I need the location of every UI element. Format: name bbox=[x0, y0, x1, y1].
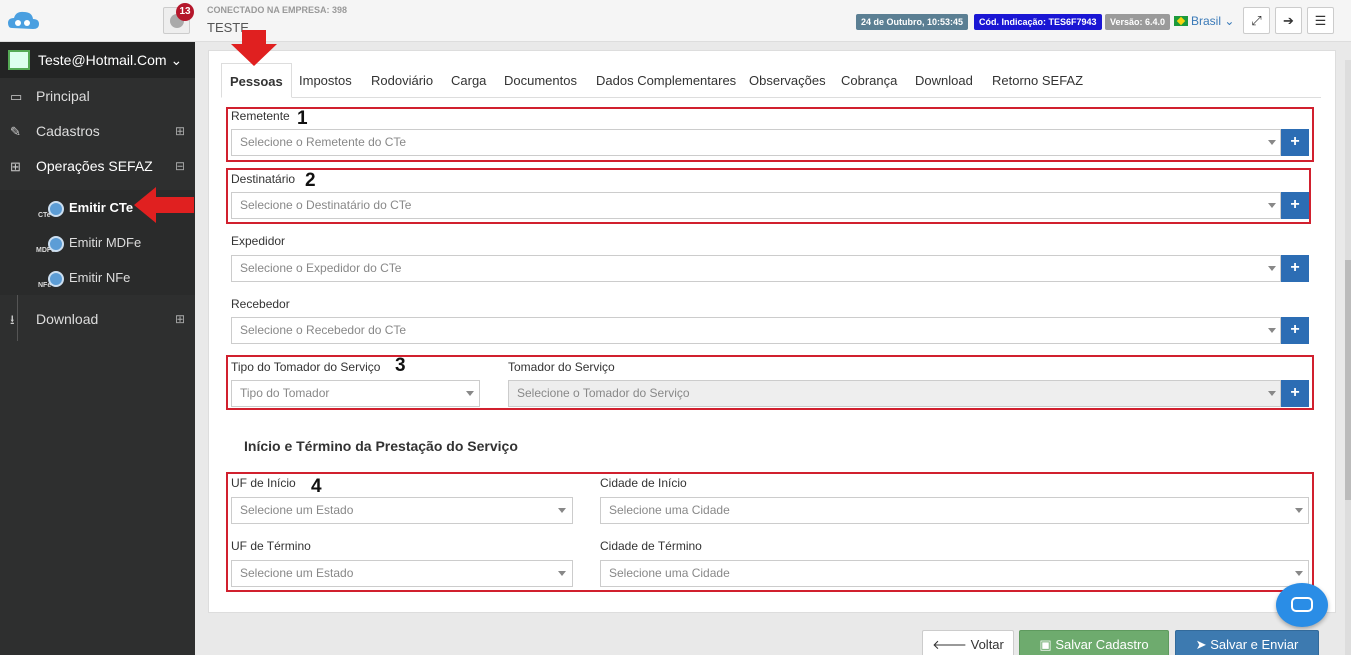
chevron-down-icon bbox=[1268, 328, 1276, 333]
tab-documentos[interactable]: Documentos bbox=[504, 63, 577, 98]
chevron-down-icon: ⌄ bbox=[166, 52, 183, 68]
date-badge: 24 de Outubro, 10:53:45 bbox=[856, 14, 969, 30]
recebedor-label: Recebedor bbox=[231, 297, 290, 311]
language-label: Brasil bbox=[1191, 14, 1222, 28]
section-title: Início e Término da Prestação do Serviço bbox=[244, 438, 518, 454]
annotation-number-1: 1 bbox=[297, 108, 308, 129]
fullscreen-button[interactable]: ⤢ bbox=[1243, 7, 1270, 34]
brazil-flag-icon bbox=[1174, 16, 1188, 26]
user-menu[interactable]: Teste@Hotmail.Com ⌄ bbox=[0, 42, 195, 78]
sidebar-subitem-emitir-nfe[interactable]: NFe Emitir NFe bbox=[0, 260, 195, 295]
logout-button[interactable]: ➔ bbox=[1275, 7, 1302, 34]
sidebar-item-principal[interactable]: ▭ Principal bbox=[0, 79, 195, 114]
sidebar-item-label: Principal bbox=[36, 88, 90, 104]
expand-icon: ⊞ bbox=[174, 124, 185, 138]
sidebar-item-download[interactable]: ⭳ Download ⊞ bbox=[0, 302, 195, 337]
annotation-box-3 bbox=[226, 355, 1314, 410]
tab-rodoviario[interactable]: Rodoviário bbox=[371, 63, 433, 98]
chevron-down-icon bbox=[1268, 266, 1276, 271]
sidebar-item-label: Operações SEFAZ bbox=[36, 158, 153, 174]
scrollbar[interactable] bbox=[1345, 60, 1351, 655]
globe-icon bbox=[48, 201, 64, 217]
sidebar-subitem-label: Emitir NFe bbox=[69, 270, 131, 285]
tab-retorno-sefaz[interactable]: Retorno SEFAZ bbox=[992, 63, 1083, 98]
top-bar: 13 CONECTADO NA EMPRESA: 398 TESTE 24 de… bbox=[0, 0, 1351, 42]
recebedor-select[interactable]: Selecione o Recebedor do CTe bbox=[231, 317, 1281, 344]
tab-pessoas[interactable]: Pessoas bbox=[221, 63, 292, 98]
chat-button[interactable] bbox=[1276, 583, 1328, 627]
avatar bbox=[8, 50, 30, 70]
annotation-number-2: 2 bbox=[305, 170, 316, 191]
tab-download[interactable]: Download bbox=[915, 63, 973, 98]
tab-cobranca[interactable]: Cobrança bbox=[841, 63, 897, 98]
download-icon: ⭳ bbox=[10, 312, 15, 327]
sidebar-subitem-emitir-mdfe[interactable]: MDFe Emitir MDFe bbox=[0, 225, 195, 260]
back-label: Voltar bbox=[970, 637, 1004, 652]
user-email: Teste@Hotmail.Com bbox=[38, 52, 167, 68]
version-badge: Versão: 6.4.0 bbox=[1105, 14, 1171, 30]
send-button[interactable]: ➤ Salvar e Enviar bbox=[1175, 630, 1319, 655]
tab-observacoes[interactable]: Observações bbox=[749, 63, 826, 98]
send-label: Salvar e Enviar bbox=[1210, 637, 1299, 652]
hamburger-icon: ☰ bbox=[1314, 13, 1327, 28]
tab-impostos[interactable]: Impostos bbox=[299, 63, 352, 98]
expedidor-select[interactable]: Selecione o Expedidor do CTe bbox=[231, 255, 1281, 282]
sidebar-item-cadastros[interactable]: ✎ Cadastros ⊞ bbox=[0, 114, 195, 149]
sign-out-icon: ➔ bbox=[1283, 13, 1294, 28]
back-button[interactable]: 🡐 Voltar bbox=[922, 630, 1014, 655]
indicacao-badge: Cód. Indicação: TES6F7943 bbox=[974, 14, 1102, 30]
annotation-arrow-down bbox=[231, 30, 277, 66]
tab-dados-complementares[interactable]: Dados Complementares bbox=[596, 63, 736, 98]
plus-icon: + bbox=[1290, 321, 1300, 338]
collapse-icon: ⊟ bbox=[174, 159, 185, 173]
notifications-button[interactable]: 13 bbox=[163, 3, 194, 34]
sidebar-subitem-label: Emitir MDFe bbox=[69, 235, 142, 250]
annotation-arrow-left bbox=[134, 187, 194, 223]
chat-icon bbox=[1291, 597, 1313, 612]
windows-icon: ⊞ bbox=[10, 159, 21, 174]
annotation-box-1 bbox=[226, 107, 1314, 162]
chevron-down-icon: ⌄ bbox=[1224, 14, 1235, 28]
laptop-icon: ▭ bbox=[10, 89, 23, 104]
tab-carga[interactable]: Carga bbox=[451, 63, 486, 98]
annotation-box-4 bbox=[226, 472, 1314, 592]
plus-icon: + bbox=[1290, 259, 1300, 276]
arrow-left-icon: 🡐 bbox=[932, 637, 967, 652]
language-selector[interactable]: Brasil ⌄ bbox=[1174, 14, 1234, 28]
globe-icon bbox=[48, 236, 64, 252]
menu-button[interactable]: ☰ bbox=[1307, 7, 1334, 34]
add-recebedor-button[interactable]: + bbox=[1281, 317, 1309, 344]
edit-icon: ✎ bbox=[10, 124, 21, 139]
globe-icon bbox=[48, 271, 64, 287]
annotation-box-2 bbox=[226, 168, 1311, 224]
tab-bar: Pessoas Impostos Rodoviário Carga Docume… bbox=[221, 63, 1321, 98]
add-expedidor-button[interactable]: + bbox=[1281, 255, 1309, 282]
sidebar-subitem-label: Emitir CTe bbox=[69, 200, 134, 215]
notification-count: 13 bbox=[176, 3, 194, 21]
floppy-icon: ▣ bbox=[1039, 637, 1052, 652]
scrollbar-thumb[interactable] bbox=[1345, 260, 1351, 500]
paper-plane-icon: ➤ bbox=[1195, 637, 1207, 652]
app-logo[interactable] bbox=[6, 8, 56, 36]
save-button[interactable]: ▣ Salvar Cadastro bbox=[1019, 630, 1169, 655]
annotation-number-3: 3 bbox=[395, 355, 406, 376]
save-label: Salvar Cadastro bbox=[1055, 637, 1149, 652]
sidebar-item-label: Cadastros bbox=[36, 123, 100, 139]
expedidor-label: Expedidor bbox=[231, 234, 286, 248]
sidebar-item-label: Download bbox=[36, 311, 99, 327]
sidebar-item-operacoes-sefaz[interactable]: ⊞ Operações SEFAZ ⊟ bbox=[0, 149, 195, 184]
annotation-number-4: 4 bbox=[311, 476, 322, 497]
expand-icon: ⤢ bbox=[1251, 13, 1262, 28]
company-label: CONECTADO NA EMPRESA: 398 bbox=[207, 5, 348, 15]
expand-icon: ⊞ bbox=[174, 312, 185, 326]
sidebar: Teste@Hotmail.Com ⌄ ▭ Principal ✎ Cadast… bbox=[0, 42, 195, 655]
